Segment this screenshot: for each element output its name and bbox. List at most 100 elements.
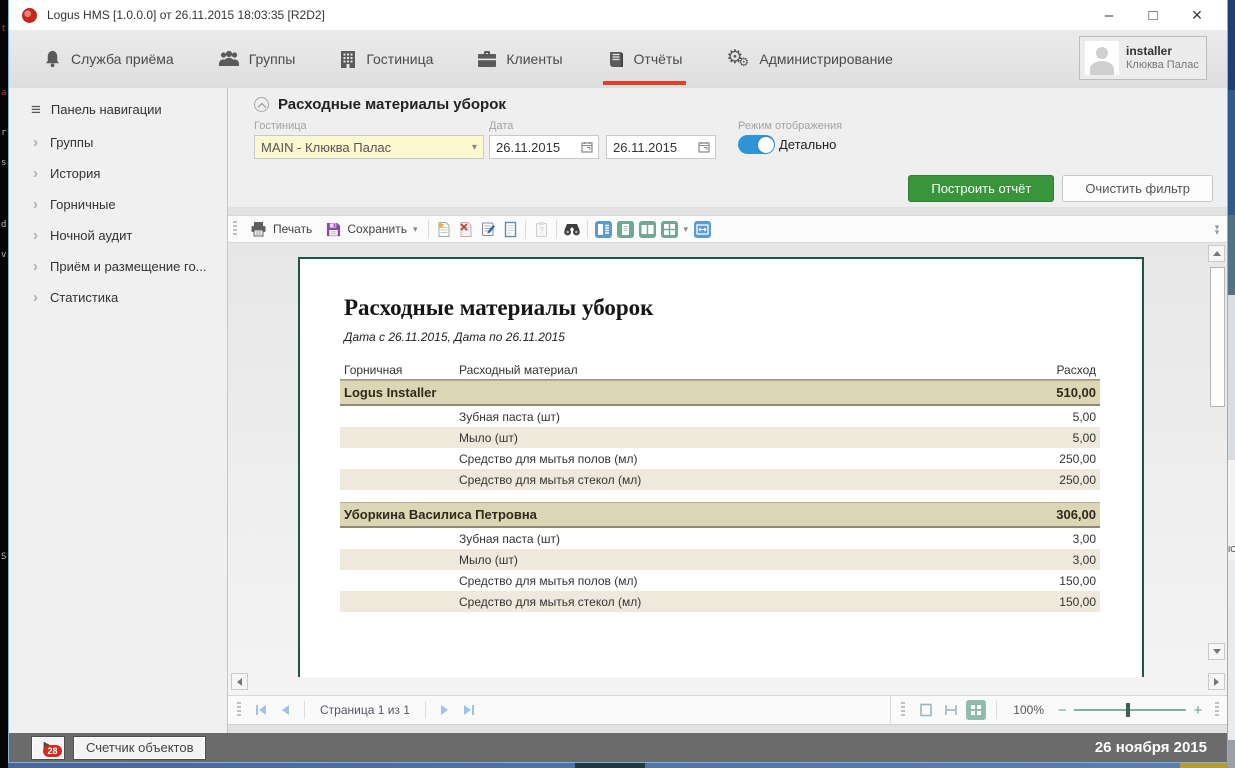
pager-grip[interactable] [237, 702, 241, 718]
edit-page-button[interactable] [477, 217, 499, 241]
report-page-title: Расходные материалы уборок [278, 96, 506, 113]
sidebar-item-label: Статистика [50, 290, 118, 305]
sidebar-header[interactable]: ≡ Панель навигации [9, 88, 227, 127]
table-row: Мыло (шт) 3,00 [340, 549, 1100, 570]
date-to-input[interactable] [607, 139, 693, 156]
tab-hotel[interactable]: Гостиница [339, 30, 433, 88]
minimize-button[interactable]: – [1087, 1, 1131, 29]
report-preview: Расходные материалы уборок Дата с 26.11.… [228, 243, 1227, 695]
sidebar-item-statistics[interactable]: › Статистика [9, 282, 227, 313]
print-button[interactable]: Печать [243, 217, 319, 241]
scroll-right-button[interactable] [1208, 673, 1225, 690]
tab-label: Клиенты [506, 51, 562, 67]
hotel-select[interactable]: MAIN - Клюква Палас ▾ [254, 135, 484, 159]
layout-view-icon [595, 221, 612, 238]
tab-administration[interactable]: ⚙ ⚙ Администрирование [726, 30, 893, 88]
table-row: Зубная паста (шт) 5,00 [340, 406, 1100, 427]
pager-grip[interactable] [901, 702, 905, 718]
build-report-button[interactable]: Построить отчёт [908, 175, 1054, 202]
maid-name: Logus Installer [344, 385, 1056, 400]
zoom-out-button[interactable]: − [1055, 702, 1069, 719]
material-name: Мыло (шт) [459, 431, 1073, 445]
object-counter-button[interactable]: Счетчик объектов [73, 736, 206, 760]
two-page-view-icon [639, 221, 656, 238]
material-value: 150,00 [1059, 595, 1096, 609]
desktop: t a r s d v S IC Logus HMS [1.0.0.0] от … [0, 0, 1235, 768]
main-nav: Служба приёма Группы Гостиница Клиенты О… [9, 30, 1227, 89]
whole-page-view-button[interactable] [916, 700, 936, 720]
chevron-right-icon: › [33, 231, 38, 241]
notification-badge: 28 [43, 745, 62, 757]
gears-icon: ⚙ ⚙ [726, 48, 750, 70]
chevron-down-icon[interactable]: ▾ [683, 224, 688, 235]
scroll-down-button[interactable] [1208, 643, 1225, 660]
column-header: Горничная [344, 363, 459, 377]
title-bar: Logus HMS [1.0.0.0] от 26.11.2015 18:03:… [9, 0, 1227, 31]
zoom-slider[interactable] [1074, 702, 1186, 718]
sidebar-item-history[interactable]: › История [9, 158, 227, 189]
tab-label: Администрирование [759, 51, 893, 67]
clear-filter-button[interactable]: Очистить фильтр [1062, 175, 1213, 202]
search-icon[interactable] [561, 217, 583, 241]
toolbar-grip[interactable] [233, 221, 237, 237]
sidebar-item-maids[interactable]: › Горничные [9, 189, 227, 220]
save-button[interactable]: Сохранить ▾ [319, 217, 424, 241]
sidebar-item-label: История [50, 166, 100, 181]
table-row: Средство для мытья стекол (мл) 250,00 [340, 469, 1100, 490]
date-to-field[interactable] [606, 135, 716, 159]
view-multi-pages-button[interactable] [658, 217, 680, 241]
next-page-button[interactable] [435, 700, 455, 720]
date-from-input[interactable] [490, 139, 576, 156]
svg-text:?: ? [539, 226, 544, 235]
tab-clients[interactable]: Клиенты [477, 30, 562, 88]
chevron-right-icon: › [33, 200, 38, 210]
calendar-icon[interactable] [695, 138, 713, 156]
window-title: Logus HMS [1.0.0.0] от 26.11.2015 18:03:… [47, 8, 325, 22]
maximize-button[interactable]: □ [1131, 1, 1175, 29]
fit-width-button[interactable] [691, 217, 713, 241]
filter-panel: Расходные материалы уборок Гостиница MAI… [228, 88, 1227, 207]
desktop-right-strip: IC [1228, 0, 1235, 768]
column-header: Расход [1056, 363, 1096, 377]
detail-mode-value: Детально [779, 137, 836, 152]
chevron-right-icon: › [33, 293, 38, 303]
page-width-view-button[interactable] [941, 700, 961, 720]
scroll-up-button[interactable] [1208, 245, 1225, 262]
tab-label: Группы [249, 51, 296, 67]
date-from-field[interactable] [489, 135, 599, 159]
view-two-pages-button[interactable] [636, 217, 658, 241]
avatar [1085, 41, 1119, 75]
new-page-button[interactable] [433, 217, 455, 241]
tab-reception[interactable]: Служба приёма [43, 30, 174, 88]
multiple-pages-view-button[interactable] [966, 700, 986, 720]
first-page-button[interactable] [251, 700, 271, 720]
zoom-in-button[interactable]: + [1191, 702, 1205, 719]
user-card[interactable]: installer Клюква Палас [1079, 36, 1207, 80]
pager-grip[interactable] [1215, 702, 1219, 718]
last-page-button[interactable] [459, 700, 479, 720]
group-header-row: Уборкина Василиса Петровна 306,00 [340, 502, 1100, 528]
tab-reports[interactable]: Отчёты [607, 30, 683, 88]
toolbar-overflow-button[interactable]: ▾ ▾ [1210, 220, 1224, 240]
material-name: Средство для мытья стекол (мл) [459, 473, 1059, 487]
view-single-page-button[interactable] [614, 217, 636, 241]
previous-page-button[interactable] [275, 700, 295, 720]
close-button[interactable]: × [1175, 1, 1219, 29]
vertical-scrollbar-thumb[interactable] [1210, 267, 1225, 407]
view-layout-button[interactable] [592, 217, 614, 241]
page-setup-button[interactable] [499, 217, 521, 241]
tab-groups[interactable]: Группы [218, 30, 296, 88]
scroll-left-button[interactable] [231, 673, 248, 690]
sidebar-item-night-audit[interactable]: › Ночной аудит [9, 220, 227, 251]
zoom-slider-handle[interactable] [1126, 703, 1130, 717]
material-value: 3,00 [1073, 532, 1096, 546]
calendar-icon[interactable] [578, 138, 596, 156]
collapse-filter-icon[interactable] [254, 97, 269, 112]
detail-mode-toggle[interactable] [738, 135, 775, 154]
sidebar-header-label: Панель навигации [51, 102, 162, 117]
date-label: Дата [489, 120, 716, 132]
sidebar-item-groups[interactable]: › Группы [9, 127, 227, 158]
delete-page-button[interactable] [455, 217, 477, 241]
notifications-button[interactable]: 28 [31, 736, 65, 760]
sidebar-item-reception[interactable]: › Приём и размещение го... [9, 251, 227, 282]
